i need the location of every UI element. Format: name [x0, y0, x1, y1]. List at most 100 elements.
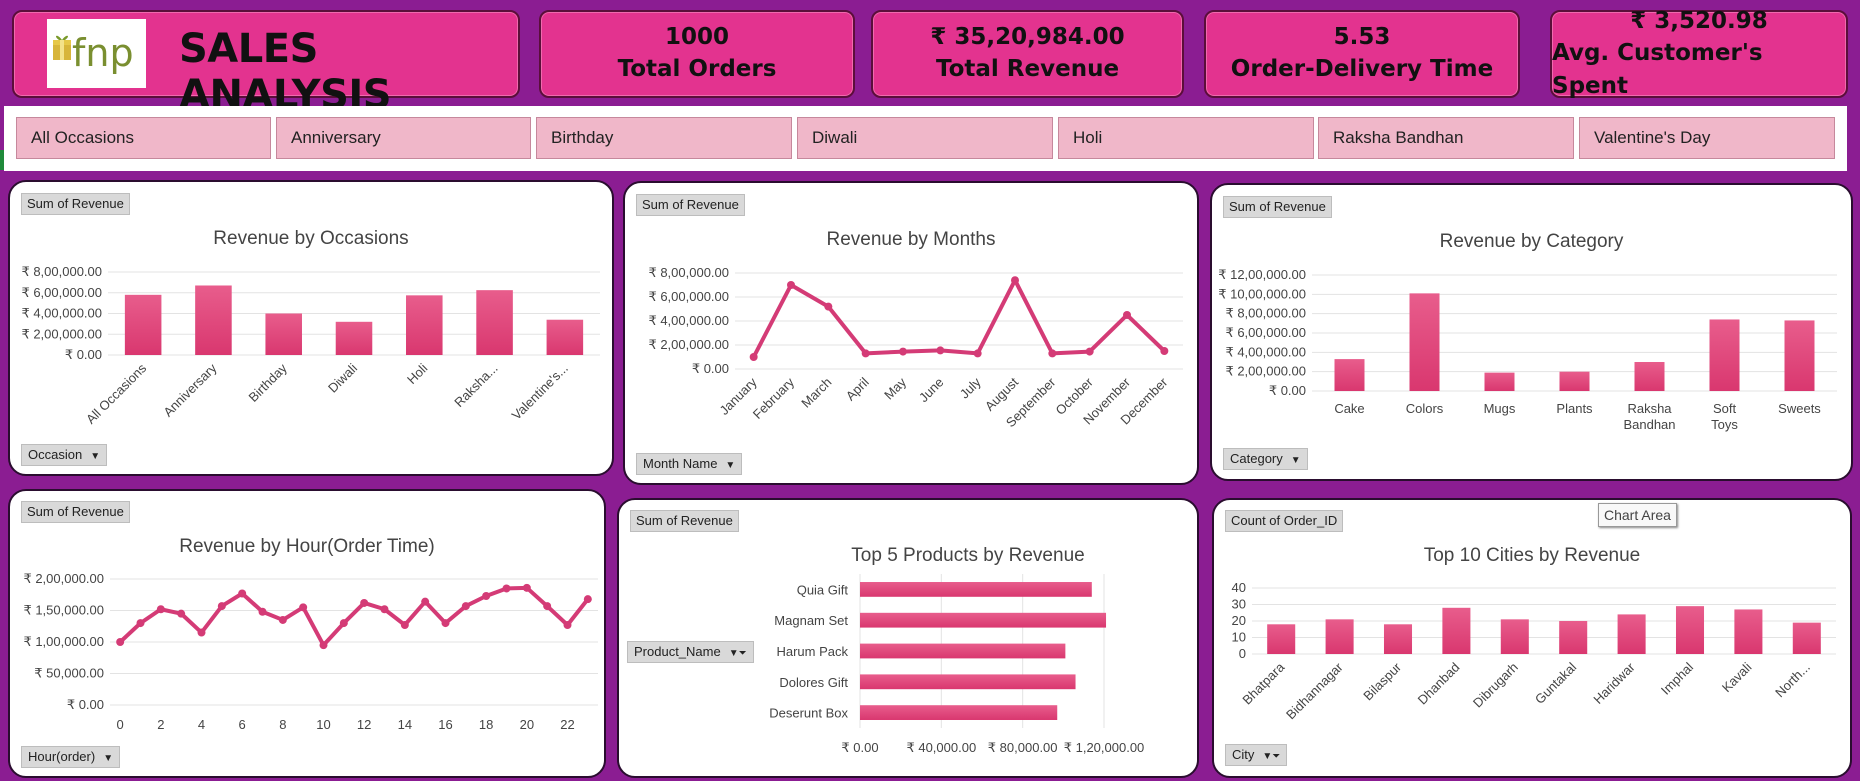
chart-revenue-by-months[interactable]: ₹ 0.00 ₹ 2,00,000.00 ₹ 4,00,000.00 ₹ 6,00,0…: [623, 181, 1199, 485]
field-button[interactable]: Sum of Revenue: [21, 193, 130, 215]
data-point[interactable]: [238, 589, 247, 598]
bar[interactable]: [1325, 619, 1354, 654]
data-point[interactable]: [543, 602, 552, 611]
data-point[interactable]: [400, 620, 409, 629]
x-tick-label: ₹ 80,000.00: [988, 740, 1058, 755]
slicer-item-raksha-bandhan[interactable]: Raksha Bandhan: [1318, 117, 1574, 159]
bar[interactable]: [860, 582, 1092, 597]
chart-top-products[interactable]: ₹ 0.00 ₹ 40,000.00 ₹ 80,000.00 ₹ 1,20,000.0…: [617, 498, 1199, 778]
bar[interactable]: [1484, 372, 1515, 391]
bar[interactable]: [1559, 371, 1590, 391]
slicer-item-anniversary[interactable]: Anniversary: [276, 117, 531, 159]
bar[interactable]: [124, 294, 162, 355]
data-point[interactable]: [1011, 276, 1019, 285]
field-button[interactable]: Sum of Revenue: [636, 194, 745, 216]
hour-filter-dropdown[interactable]: Hour(order) ▼: [21, 746, 121, 768]
bar[interactable]: [335, 321, 373, 355]
x-tick-label: Sweets: [1778, 401, 1821, 416]
bar[interactable]: [1267, 624, 1296, 654]
x-tick-label: ₹ 1,20,000.00: [1064, 740, 1145, 755]
chart-revenue-by-occasions[interactable]: ₹ 0.00 ₹ 2,00,000.00 ₹ 4,00,000.00 ₹ 6,00,0…: [8, 180, 614, 476]
city-filter-dropdown[interactable]: City ▼⏷: [1225, 744, 1288, 766]
data-point[interactable]: [1160, 347, 1169, 355]
bar[interactable]: [476, 290, 513, 355]
month-filter-dropdown[interactable]: Month Name ▼: [636, 453, 743, 475]
data-point[interactable]: [1085, 347, 1094, 356]
bar[interactable]: [1634, 362, 1665, 391]
occasion-filter-dropdown[interactable]: Occasion ▼: [21, 444, 108, 466]
data-point[interactable]: [299, 603, 308, 612]
data-point[interactable]: [787, 281, 795, 289]
chart-title: Top 5 Products by Revenue: [851, 545, 1085, 566]
bar[interactable]: [1709, 319, 1740, 391]
data-point[interactable]: [380, 605, 389, 614]
slicer-item-diwali[interactable]: Diwali: [797, 117, 1053, 159]
data-point[interactable]: [861, 349, 870, 358]
bar[interactable]: [860, 705, 1058, 720]
bar[interactable]: [546, 319, 584, 355]
data-point[interactable]: [899, 347, 907, 356]
bar[interactable]: [1442, 607, 1471, 654]
bar[interactable]: [1559, 621, 1588, 654]
data-point[interactable]: [1123, 311, 1131, 319]
data-point[interactable]: [177, 609, 186, 618]
x-tick-label: Holi: [404, 360, 431, 387]
category-filter-dropdown[interactable]: Category ▼: [1223, 448, 1308, 470]
field-button[interactable]: Sum of Revenue: [21, 501, 130, 523]
slicer-item-all-occasions[interactable]: All Occasions: [16, 117, 271, 159]
slicer-item-valentines-day[interactable]: Valentine's Day: [1579, 117, 1835, 159]
product-filter-dropdown[interactable]: Product_Name ▼⏷: [627, 641, 754, 663]
data-point[interactable]: [1048, 349, 1057, 358]
y-tick-label: ₹ 2,00,000.00: [23, 571, 104, 586]
bar[interactable]: [1334, 359, 1365, 391]
bar[interactable]: [860, 643, 1066, 659]
bar[interactable]: [1617, 614, 1646, 654]
bar[interactable]: [1675, 606, 1705, 654]
x-tick-label: February: [750, 374, 798, 422]
bar[interactable]: [860, 674, 1076, 690]
data-point[interactable]: [339, 619, 348, 628]
data-point[interactable]: [360, 598, 369, 607]
chart-top-cities[interactable]: 0 10 20 30 40 Bhatpara Bidhannagar Bilaspur Dhan…: [1212, 498, 1852, 778]
bar[interactable]: [195, 285, 232, 355]
data-point[interactable]: [583, 595, 592, 604]
data-point[interactable]: [156, 605, 165, 614]
field-button[interactable]: Sum of Revenue: [630, 510, 739, 532]
data-point[interactable]: [461, 602, 470, 611]
data-point[interactable]: [936, 346, 945, 355]
data-point[interactable]: [319, 641, 328, 650]
bar[interactable]: [1792, 622, 1821, 654]
data-point[interactable]: [749, 353, 758, 361]
data-point[interactable]: [217, 602, 226, 611]
bar[interactable]: [1784, 320, 1815, 391]
bar[interactable]: [860, 612, 1107, 628]
y-tick-label: 30: [1232, 597, 1246, 612]
field-button[interactable]: Count of Order_ID: [1225, 510, 1344, 532]
data-point[interactable]: [502, 584, 511, 593]
data-point[interactable]: [258, 607, 267, 616]
data-point[interactable]: [278, 615, 287, 624]
x-tick-label: ₹ 0.00: [841, 740, 878, 755]
slicer-item-birthday[interactable]: Birthday: [536, 117, 792, 159]
series-line[interactable]: [118, 585, 590, 648]
data-point[interactable]: [136, 619, 145, 628]
bar[interactable]: [265, 313, 302, 356]
data-point[interactable]: [441, 619, 450, 628]
slicer-item-holi[interactable]: Holi: [1058, 117, 1314, 159]
bar[interactable]: [1734, 609, 1763, 654]
data-point[interactable]: [522, 583, 531, 592]
data-point[interactable]: [421, 597, 430, 606]
data-point[interactable]: [563, 620, 572, 629]
field-button[interactable]: Sum of Revenue: [1223, 196, 1332, 218]
bar[interactable]: [1500, 619, 1529, 654]
data-point[interactable]: [116, 638, 125, 646]
data-point[interactable]: [824, 302, 833, 311]
data-point[interactable]: [482, 592, 491, 601]
bar[interactable]: [406, 295, 443, 355]
chart-revenue-by-category[interactable]: ₹ 0.00 ₹ 2,00,000.00 ₹ 4,00,000.00 ₹ 6,00,0…: [1210, 183, 1853, 481]
data-point[interactable]: [197, 628, 206, 637]
data-point[interactable]: [973, 349, 982, 358]
bar[interactable]: [1383, 624, 1413, 654]
bar[interactable]: [1409, 293, 1440, 391]
chart-revenue-by-hour[interactable]: ₹ 0.00 ₹ 50,000.00 ₹ 1,00,000.00 ₹ 1,50,000…: [8, 489, 606, 778]
